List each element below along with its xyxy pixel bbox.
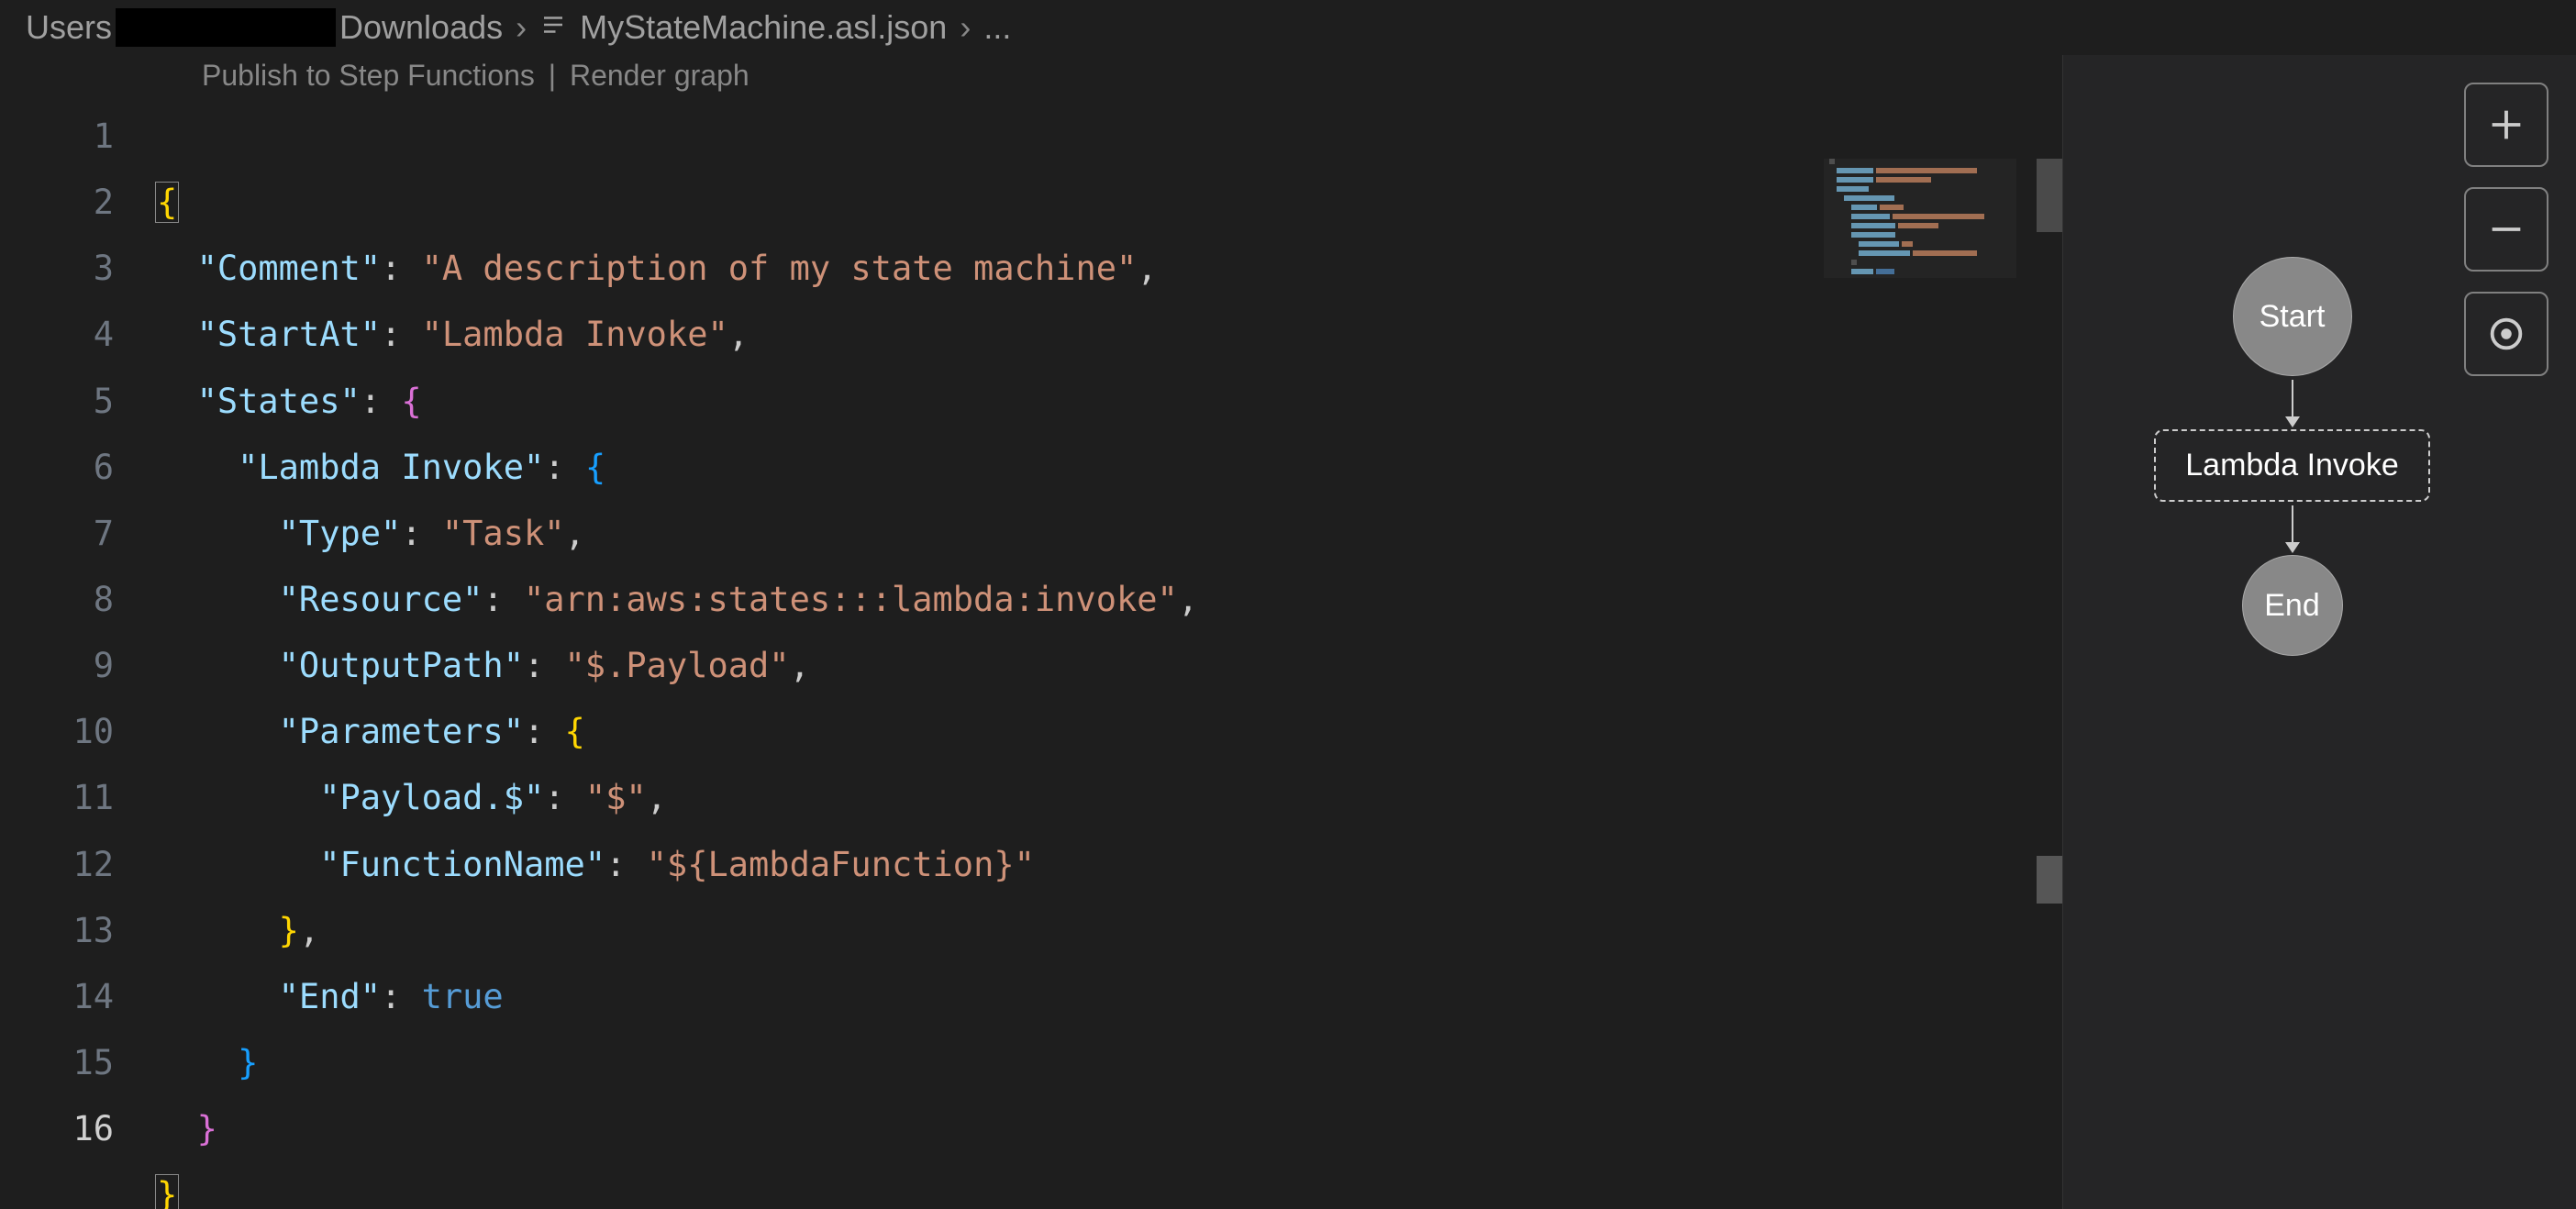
line-number: 11 [0, 765, 114, 831]
brace-open: { [565, 712, 585, 751]
graph-pane: Start Lambda Invoke End [2062, 55, 2576, 1209]
json-key: "End" [279, 977, 381, 1016]
graph-node-label: End [2264, 588, 2320, 624]
line-number: 12 [0, 832, 114, 898]
line-number: 5 [0, 369, 114, 435]
graph-start-node[interactable]: Start [2233, 257, 2352, 376]
codelens-divider: | [549, 59, 556, 92]
target-icon [2485, 313, 2527, 355]
chevron-right-icon: › [960, 8, 971, 47]
graph-toolbar [2464, 83, 2548, 376]
line-number: 10 [0, 699, 114, 765]
breadcrumb-segment[interactable]: Downloads [339, 8, 503, 47]
file-icon [539, 8, 567, 47]
json-key: "States" [197, 382, 361, 421]
json-key: "Resource" [279, 580, 483, 619]
json-string: "${LambdaFunction}" [647, 845, 1035, 884]
json-string: "arn:aws:states:::lambda:invoke" [524, 580, 1178, 619]
scrollbar[interactable] [2037, 104, 2062, 1209]
graph-task-node[interactable]: Lambda Invoke [2154, 429, 2430, 502]
line-number: 2 [0, 170, 114, 236]
json-key: "FunctionName" [319, 845, 605, 884]
breadcrumb-redacted [116, 8, 336, 47]
brace-close: } [238, 1043, 258, 1082]
brace-close: } [155, 1174, 179, 1209]
main-area: Publish to Step Functions | Render graph… [0, 55, 2576, 1209]
editor-pane: Publish to Step Functions | Render graph… [0, 55, 2062, 1209]
render-graph-link[interactable]: Render graph [570, 59, 749, 92]
json-key: "OutputPath" [279, 646, 524, 685]
breadcrumb-segment[interactable]: Users [26, 8, 112, 47]
line-number: 15 [0, 1030, 114, 1096]
publish-link[interactable]: Publish to Step Functions [202, 59, 535, 92]
codelens: Publish to Step Functions | Render graph [0, 55, 2062, 104]
brace-close: } [197, 1109, 217, 1148]
graph-node-label: Start [2260, 299, 2326, 335]
breadcrumb-filename[interactable]: MyStateMachine.asl.json [580, 8, 947, 47]
json-key: "StartAt" [197, 315, 381, 354]
graph-end-node[interactable]: End [2242, 555, 2343, 656]
line-gutter: 1 2 3 4 5 6 7 8 9 10 11 12 13 14 15 16 [0, 104, 156, 1209]
json-string: "$.Payload" [565, 646, 790, 685]
line-number: 3 [0, 236, 114, 302]
zoom-in-button[interactable] [2464, 83, 2548, 167]
brace-open: { [585, 448, 605, 487]
brace-open: { [401, 382, 421, 421]
chevron-right-icon: › [516, 8, 527, 47]
json-string: "A description of my state machine" [422, 249, 1138, 288]
json-string: "Task" [442, 514, 565, 553]
json-key: "Comment" [197, 249, 381, 288]
breadcrumb-tail[interactable]: ... [983, 8, 1011, 47]
zoom-out-button[interactable] [2464, 187, 2548, 272]
graph-node-label: Lambda Invoke [2185, 448, 2399, 482]
code-content[interactable]: { "Comment": "A description of my state … [156, 104, 2062, 1209]
state-machine-graph[interactable]: Start Lambda Invoke End [2154, 257, 2430, 656]
line-number: 13 [0, 898, 114, 964]
scrollbar-thumb[interactable] [2037, 159, 2062, 232]
line-number: 8 [0, 567, 114, 633]
plus-icon [2485, 104, 2527, 146]
line-number: 7 [0, 501, 114, 567]
center-button[interactable] [2464, 292, 2548, 376]
json-key: "Lambda Invoke" [238, 448, 544, 487]
code-editor[interactable]: 1 2 3 4 5 6 7 8 9 10 11 12 13 14 15 16 {… [0, 104, 2062, 1209]
minus-icon [2485, 208, 2527, 250]
scrollbar-position-marker [2037, 856, 2062, 904]
json-key: "Parameters" [279, 712, 524, 751]
line-number: 16 [0, 1096, 114, 1162]
line-number: 6 [0, 435, 114, 501]
json-bool: true [422, 977, 504, 1016]
brace-open: { [155, 182, 179, 223]
graph-arrow-icon [2292, 505, 2293, 551]
line-number: 14 [0, 964, 114, 1030]
json-key: "Payload.$" [319, 778, 544, 817]
line-number: 9 [0, 633, 114, 699]
breadcrumb[interactable]: Users Downloads › MyStateMachine.asl.jso… [0, 0, 2576, 55]
json-string: "$" [585, 778, 647, 817]
json-string: "Lambda Invoke" [422, 315, 728, 354]
line-number: 1 [0, 104, 114, 170]
graph-arrow-icon [2292, 380, 2293, 426]
line-number: 4 [0, 302, 114, 368]
json-key: "Type" [279, 514, 402, 553]
brace-close: } [279, 911, 299, 950]
